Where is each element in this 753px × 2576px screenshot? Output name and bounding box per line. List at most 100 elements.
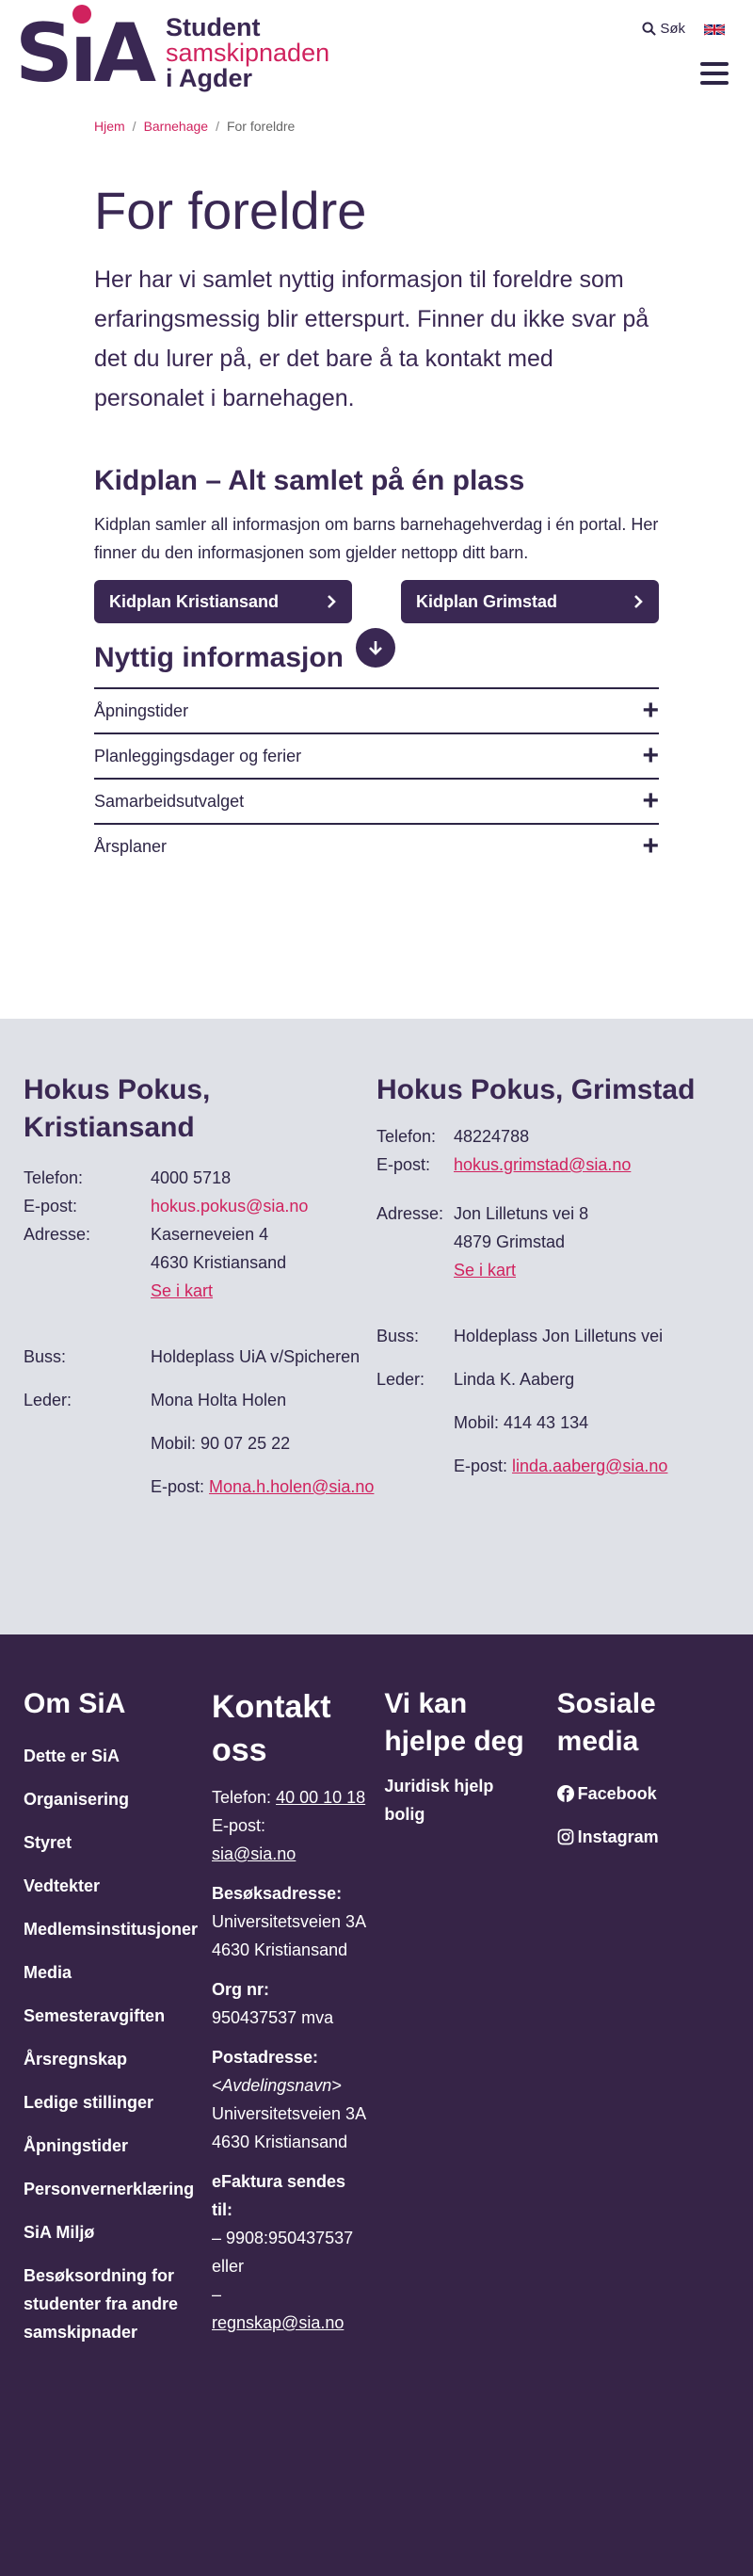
- footer-phone-label: Telefon:: [212, 1788, 272, 1807]
- breadcrumb: Hjem / Barnehage / For foreldre: [94, 119, 659, 134]
- address-label: Adresse:: [376, 1204, 444, 1223]
- email-link[interactable]: hokus.grimstad@sia.no: [454, 1151, 631, 1179]
- footer-link[interactable]: Årsregnskap: [24, 2037, 193, 2081]
- footer-visit-address: Universitetsveien 3A 4630 Kristiansand: [212, 1912, 366, 1959]
- leader-email-link[interactable]: Mona.h.holen@sia.no: [209, 1477, 374, 1496]
- kidplan-kristiansand-label: Kidplan Kristiansand: [109, 591, 280, 611]
- logo-text: Student samskipnaden i Agder: [166, 15, 329, 91]
- address-line-1: Jon Lilletuns vei 8: [454, 1204, 589, 1223]
- leader-label: Leder:: [24, 1391, 72, 1409]
- footer-kontakt-details: Telefon: 40 00 10 18 E-post: sia@sia.no …: [212, 1783, 365, 2337]
- search-label: Søk: [660, 21, 685, 37]
- logo-mark: Sı A: [15, 4, 156, 101]
- kidplan-buttons: Kidplan Kristiansand Kidplan Grimstad: [94, 580, 659, 623]
- footer-visit-label: Besøksadresse:: [212, 1884, 343, 1903]
- phone-value: 4000 5718: [151, 1168, 232, 1187]
- facebook-link[interactable]: Facebook: [556, 1772, 711, 1815]
- search-button[interactable]: Søk: [642, 21, 685, 37]
- breadcrumb-separator: /: [216, 119, 219, 134]
- footer-link[interactable]: Ledige stillinger: [24, 2081, 193, 2124]
- facebook-icon: [556, 1785, 574, 1802]
- leader-mobile: Mobil: 414 43 134: [454, 1413, 589, 1432]
- footer-link[interactable]: Semesteravgiften: [24, 1994, 193, 2037]
- instagram-label: Instagram: [577, 1827, 659, 1846]
- scroll-down-button[interactable]: [356, 628, 395, 668]
- footer-sosiale: Sosiale media Facebook Instagram: [556, 1685, 729, 2538]
- leader-name: Mona Holta Holen: [151, 1391, 287, 1409]
- footer-link[interactable]: Personvernerklæring: [24, 2167, 194, 2211]
- footer-link[interactable]: Vedtekter: [24, 1864, 193, 1908]
- leader-email-link[interactable]: linda.aaberg@sia.no: [512, 1457, 667, 1475]
- accordion-label: Åpningstider: [94, 700, 189, 720]
- site-footer: Om SiA Dette er SiA Organisering Styret …: [0, 1634, 753, 2576]
- kidplan-intro: Kidplan samler all informasjon om barns …: [94, 515, 659, 562]
- contact-kristiansand: Hokus Pokus, Kristiansand Telefon: 4000 5…: [24, 1071, 376, 1550]
- footer-kontakt-title: Kontakt oss: [212, 1689, 331, 1768]
- kidplan-heading: Kidplan – Alt samlet på én plass: [94, 465, 525, 496]
- footer-phone-link[interactable]: 40 00 10 18: [276, 1788, 365, 1807]
- footer-kontakt: Kontakt oss Telefon: 40 00 10 18 E-post:…: [212, 1685, 384, 2538]
- kidplan-kristiansand-button[interactable]: Kidplan Kristiansand: [94, 580, 352, 623]
- footer-efaktura-email[interactable]: regnskap@sia.no: [212, 2313, 344, 2332]
- contact-kristiansand-title: Hokus Pokus, Kristiansand: [24, 1074, 211, 1143]
- footer-email-link[interactable]: sia@sia.no: [212, 1844, 296, 1863]
- email-label: E-post:: [376, 1155, 431, 1174]
- footer-link-juridisk[interactable]: Juridisk hjelp bolig: [384, 1772, 537, 1828]
- bus-label: Buss:: [24, 1347, 67, 1366]
- arrow-down-icon: [369, 641, 382, 655]
- english-flag-icon[interactable]: [704, 23, 725, 37]
- email-link[interactable]: hokus.pokus@sia.no: [151, 1192, 308, 1220]
- logo-line-1: Student: [166, 13, 261, 41]
- page-lead: Her har vi samlet nyttig informasjon til…: [94, 266, 649, 411]
- contact-section: Hokus Pokus, Kristiansand Telefon: 4000 5…: [0, 1019, 753, 1634]
- footer-hjelp-title: Vi kan hjelpe deg: [384, 1688, 524, 1757]
- address-line-2: 4879 Grimstad: [454, 1232, 566, 1251]
- footer-org-label: Org nr:: [212, 1980, 269, 1999]
- breadcrumb-barnehage[interactable]: Barnehage: [144, 119, 209, 134]
- bus-value: Holdeplass Jon Lilletuns vei: [454, 1327, 664, 1345]
- contact-grimstad-title: Hokus Pokus, Grimstad: [376, 1074, 696, 1105]
- footer-link[interactable]: SiA Miljø: [24, 2211, 193, 2254]
- search-icon: [642, 22, 657, 36]
- info-accordion: Åpningstider + Planleggingsdager og ferie…: [94, 687, 659, 868]
- main-content: Hjem / Barnehage / For foreldre For foreldre…: [0, 119, 753, 868]
- instagram-icon: [557, 1828, 574, 1845]
- footer-link[interactable]: Medlemsinstitusjoner: [24, 1908, 198, 1951]
- footer-link[interactable]: Media: [24, 1951, 193, 1994]
- footer-om-sia: Om SiA Dette er SiA Organisering Styret …: [24, 1685, 212, 2538]
- footer-link[interactable]: Dette er SiA: [24, 1734, 193, 1778]
- map-link[interactable]: Se i kart: [151, 1281, 213, 1300]
- chevron-right-icon: [634, 595, 643, 608]
- instagram-link[interactable]: Instagram: [557, 1815, 711, 1859]
- plus-icon: +: [642, 830, 659, 861]
- footer-link[interactable]: Åpningstider: [24, 2124, 193, 2167]
- accordion-item-samarbeidsutvalget[interactable]: Samarbeidsutvalget +: [94, 778, 659, 823]
- map-link[interactable]: Se i kart: [454, 1261, 516, 1280]
- leader-email-label: E-post:: [151, 1477, 205, 1496]
- menu-icon[interactable]: [700, 62, 729, 85]
- footer-sosiale-title: Sosiale media: [556, 1688, 656, 1757]
- kidplan-grimstad-button[interactable]: Kidplan Grimstad: [401, 580, 659, 623]
- footer-post-address: Universitetsveien 3A 4630 Kristiansand: [212, 2104, 366, 2151]
- footer-link[interactable]: Styret: [24, 1821, 193, 1864]
- site-header: Sı A Student samskipnaden i Agder Søk: [0, 0, 753, 105]
- phone-label: Telefon:: [24, 1168, 84, 1187]
- footer-efaktura-line1: – 9908:950437537 eller: [212, 2229, 354, 2276]
- breadcrumb-separator: /: [132, 119, 136, 134]
- accordion-item-apningstider[interactable]: Åpningstider +: [94, 687, 659, 733]
- footer-efaktura-line2: –: [212, 2285, 222, 2304]
- sia-logo[interactable]: Sı A Student samskipnaden i Agder: [15, 4, 329, 101]
- footer-hjelp: Vi kan hjelpe deg Juridisk hjelp bolig: [384, 1685, 556, 2538]
- footer-link[interactable]: Organisering: [24, 1778, 193, 1821]
- chevron-right-icon: [328, 595, 336, 608]
- footer-org-number: 950437537 mva: [212, 2008, 334, 2027]
- breadcrumb-home[interactable]: Hjem: [94, 119, 125, 134]
- accordion-label: Planleggingsdager og ferier: [94, 746, 302, 765]
- phone-label: Telefon:: [376, 1127, 437, 1146]
- accordion-item-arsplaner[interactable]: Årsplaner +: [94, 823, 659, 868]
- footer-email-label: E-post:: [212, 1816, 266, 1835]
- footer-link-besoksordning[interactable]: Besøksordning for studenter fra andre sa…: [24, 2262, 193, 2346]
- accordion-label: Samarbeidsutvalget: [94, 791, 245, 811]
- accordion-item-planleggingsdager[interactable]: Planleggingsdager og ferier +: [94, 733, 659, 778]
- footer-post-dept: <Avdelingsnavn>: [212, 2076, 342, 2095]
